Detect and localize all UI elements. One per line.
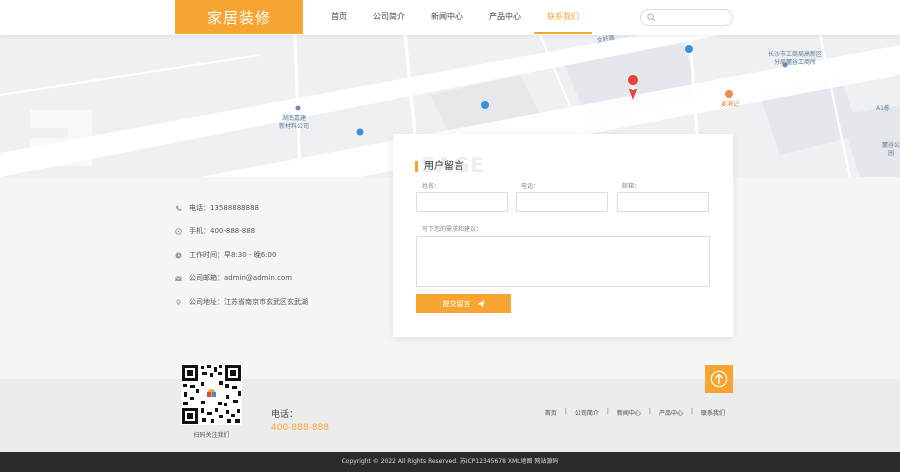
contact-tel: 电话：13588888888 bbox=[175, 203, 259, 213]
nav-about[interactable]: 公司简介 bbox=[360, 0, 418, 34]
phone-icon bbox=[176, 205, 182, 211]
clock-icon bbox=[175, 251, 182, 259]
footer-nav: 首页 | 公司简介 | 新闻中心 | 产品中心 | 联系我们 bbox=[537, 408, 733, 417]
qr-code bbox=[181, 364, 242, 425]
name-label: 姓名： bbox=[422, 183, 441, 190]
qr-caption: 扫码关注我们 bbox=[193, 432, 230, 439]
map-label-company-a: 长沙市工商局高新区 分局麓谷工商所 bbox=[768, 51, 823, 66]
content-label: 写下您的需求和建议： bbox=[422, 226, 483, 233]
nav-home[interactable]: 首页 bbox=[318, 0, 360, 34]
nav-contact[interactable]: 联系我们 bbox=[534, 0, 592, 34]
location-icon bbox=[176, 298, 181, 306]
email-label: 邮箱： bbox=[622, 183, 641, 190]
mobile-icon bbox=[175, 227, 182, 235]
site-footer bbox=[0, 379, 900, 452]
contact-hours: 工作时间：早8:30 - 晚6:00 bbox=[175, 250, 276, 260]
map-label-company-b: 湖南嘉建 新材料公司 bbox=[279, 115, 310, 130]
footer-nav-about[interactable]: 公司简介 bbox=[567, 408, 607, 417]
footer-phone-label: 电话： bbox=[271, 410, 299, 420]
contact-mobile-text: 手机：400-888-888 bbox=[189, 227, 256, 235]
contact-address-text: 公司地址：江苏省南京市玄武区玄武湖 bbox=[189, 298, 308, 306]
arrow-up-icon bbox=[710, 370, 728, 388]
search-input[interactable] bbox=[640, 9, 733, 26]
email-field[interactable] bbox=[617, 192, 709, 212]
contact-email-text: 公司邮箱：admin@admin.com bbox=[189, 274, 293, 282]
site-header: 家居装修 首页 公司简介 新闻中心 产品中心 联系我们 bbox=[0, 0, 900, 35]
nav-news[interactable]: 新闻中心 bbox=[418, 0, 476, 34]
contact-address: 公司地址：江苏省南京市玄武区玄武湖 bbox=[175, 297, 308, 307]
contact-mobile: 手机：400-888-888 bbox=[175, 226, 255, 236]
contact-hours-text: 工作时间：早8:30 - 晚6:00 bbox=[189, 251, 277, 259]
nav-products[interactable]: 产品中心 bbox=[476, 0, 534, 34]
submit-label: 提交留言 bbox=[442, 299, 471, 308]
back-to-top-button[interactable] bbox=[705, 365, 733, 393]
footer-nav-contact[interactable]: 联系我们 bbox=[693, 408, 733, 417]
message-textarea[interactable] bbox=[416, 236, 710, 287]
message-form: SAGE 用户留言 姓名： 电话： 邮箱： 写下您的需求和建议： 提交留言 bbox=[393, 134, 733, 337]
map-label-shop: 麦满记 bbox=[721, 101, 740, 108]
footer-nav-products[interactable]: 产品中心 bbox=[651, 408, 691, 417]
phone-label: 电话： bbox=[521, 183, 540, 190]
send-icon bbox=[476, 299, 485, 308]
name-field[interactable] bbox=[416, 192, 508, 212]
main-nav: 首页 公司简介 新闻中心 产品中心 联系我们 bbox=[318, 0, 592, 34]
footer-nav-home[interactable]: 首页 bbox=[537, 408, 565, 417]
contact-tel-text: 电话：13588888888 bbox=[189, 204, 259, 212]
form-title: 用户留言 bbox=[415, 161, 464, 172]
footer-phone-number: 400-888-888 bbox=[271, 423, 330, 433]
site-logo[interactable]: 家居装修 bbox=[175, 0, 303, 34]
mail-icon bbox=[175, 275, 182, 281]
footer-nav-news[interactable]: 新闻中心 bbox=[609, 408, 649, 417]
search-icon[interactable] bbox=[647, 13, 656, 22]
phone-field[interactable] bbox=[516, 192, 608, 212]
copyright-bar: Copyright © 2022 All Rights Reserved. 苏I… bbox=[0, 452, 900, 472]
map-label-building: A1栋 bbox=[876, 105, 890, 112]
submit-button[interactable]: 提交留言 bbox=[416, 294, 511, 313]
contact-email: 公司邮箱：admin@admin.com bbox=[175, 273, 292, 283]
map-label-park: 麓谷公 园 bbox=[882, 142, 900, 157]
